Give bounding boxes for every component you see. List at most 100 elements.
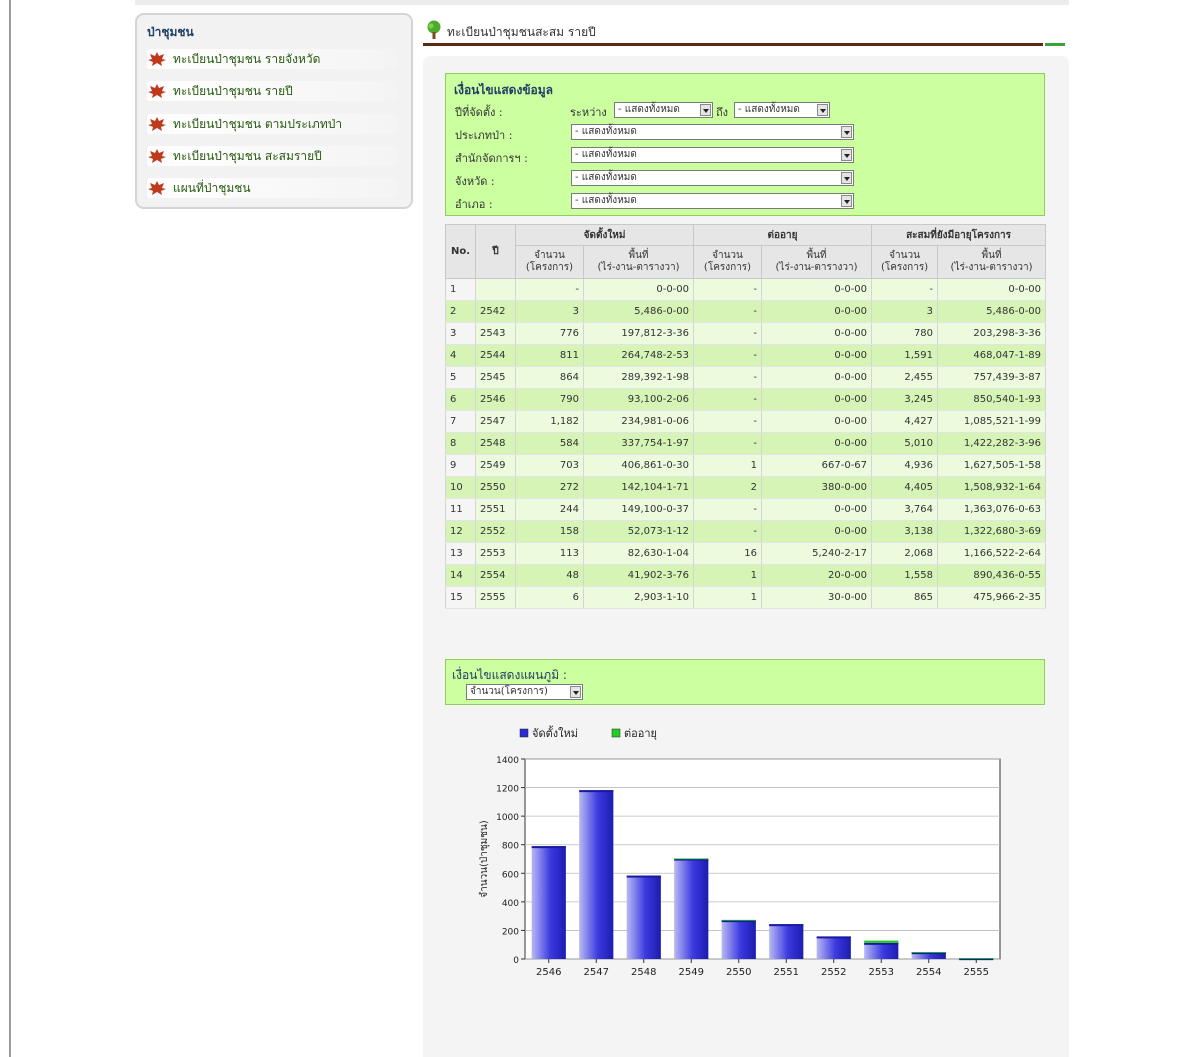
sidebar-item-label: ทะเบียนป่าชุมชน รายปี [173, 83, 293, 98]
cell-renew-count: 16 [693, 542, 763, 565]
chart-metric-select[interactable]: จำนวน(โครงการ) [466, 684, 583, 700]
cell-new-area: 93,100-2-06 [582, 388, 695, 411]
cell-year: 2551 [475, 498, 516, 521]
cell-new-area: 142,104-1-71 [582, 476, 695, 499]
cell-no: 7 [445, 410, 476, 433]
cell-year: 2545 [475, 366, 516, 389]
legend-label: ต่ออายุ [624, 727, 657, 740]
forest-type-select[interactable]: - แสดงทั้งหมด [571, 124, 854, 140]
maple-leaf-icon [148, 52, 166, 66]
bar-new [626, 875, 661, 959]
cell-cum-area: 5,486-0-00 [937, 300, 1047, 323]
cell-no: 5 [445, 366, 476, 389]
cell-cum-area: 1,508,932-1-64 [937, 476, 1047, 499]
tree-icon [427, 20, 441, 39]
forest-type-value: - แสดงทั้งหมด [575, 126, 637, 137]
bar-renew [911, 952, 946, 953]
cell-renew-count: - [693, 520, 763, 543]
cell-new-count: 158 [515, 520, 584, 543]
bar-new [721, 920, 756, 959]
cell-renew-area: 0-0-00 [761, 388, 873, 411]
cell-renew-area: 30-0-00 [761, 586, 873, 609]
renew-area-header: พื้นที่ (ไร่-งาน-ตารางวา) [761, 245, 873, 279]
area-label: พื้นที่ [806, 250, 827, 261]
cell-new-count: 811 [515, 344, 584, 367]
sidebar-item-by-forest-type[interactable]: ทะเบียนป่าชุมชน ตามประเภทป่า [147, 114, 397, 134]
chevron-down-icon [817, 104, 828, 116]
chevron-down-icon [841, 172, 852, 184]
cell-no: 10 [445, 476, 476, 499]
table-row: 3 2543 776 197,812-3-36-0-0-00 780 203,298-3-… [445, 322, 1047, 345]
cell-new-count: 790 [515, 388, 584, 411]
cell-year [475, 278, 516, 301]
chart-filter-heading: เงื่อนไขแสดงแผนภูมิ : [452, 668, 567, 682]
table-row: 6 2546 790 93,100-2-06-0-0-00 3,245 850,540-1… [445, 388, 1047, 411]
bar-renew [674, 858, 709, 860]
sidebar-item-by-province[interactable]: ทะเบียนป่าชุมชน รายจังหวัด [147, 49, 397, 69]
district-select[interactable]: - แสดงทั้งหมด [571, 193, 854, 209]
maple-leaf-icon [148, 117, 166, 131]
sidebar-item-map[interactable]: แผนที่ป่าชุมชน [147, 178, 397, 198]
sidebar-item-label: ทะเบียนป่าชุมชน รายจังหวัด [173, 51, 321, 66]
cell-cum-area: 0-0-00 [937, 278, 1047, 301]
cell-new-area: 264,748-2-53 [582, 344, 695, 367]
to-label: ถึง [716, 106, 729, 119]
cell-year: 2554 [475, 564, 516, 587]
chevron-down-icon [841, 149, 852, 161]
x-tick-label: 2554 [916, 967, 941, 978]
count-label: จำนวน [712, 250, 743, 261]
legend-label: จัดตั้งใหม่ [532, 725, 578, 740]
cell-no: 2 [445, 300, 476, 323]
x-tick-label: 2551 [774, 967, 799, 978]
page-header: ทะเบียนป่าชุมชนสะสม รายปี [423, 18, 1065, 46]
cell-cum-count: 3 [871, 300, 939, 323]
bar-renew [959, 958, 994, 959]
cell-cum-count: 5,010 [871, 432, 939, 455]
bar-renew [864, 940, 899, 943]
y-tick-label: 600 [502, 870, 519, 880]
cell-cum-area: 1,085,521-1-99 [937, 410, 1047, 433]
count-unit: (โครงการ) [703, 262, 752, 273]
forest-type-label: ประเภทป่า : [455, 129, 513, 142]
cell-new-count: 244 [515, 498, 584, 521]
sidebar: ป่าชุมชน ทะเบียนป่าชุมชน รายจังหวัด ทะเบ… [135, 13, 413, 209]
bar-top-edge [816, 936, 851, 939]
cell-renew-count: - [693, 498, 763, 521]
cell-no: 1 [445, 278, 476, 301]
sidebar-item-by-year[interactable]: ทะเบียนป่าชุมชน รายปี [147, 81, 397, 101]
district-label: อำเภอ : [455, 198, 493, 211]
year-label: ปีที่จัดตั้ง : [455, 106, 503, 119]
x-tick-label: 2547 [584, 967, 609, 978]
maple-leaf-icon [148, 149, 166, 163]
cell-cum-area: 850,540-1-93 [937, 388, 1047, 411]
bar-top-edge [531, 846, 566, 849]
bar-new [531, 846, 566, 959]
new-area-header: พื้นที่ (ไร่-งาน-ตารางวา) [582, 245, 695, 279]
office-select[interactable]: - แสดงทั้งหมด [571, 147, 854, 163]
year-from-select[interactable]: - แสดงทั้งหมด [614, 102, 713, 118]
cell-new-count: 864 [515, 366, 584, 389]
bar-new [674, 858, 709, 959]
table-row: 14 2554 48 41,902-3-76 1 20-0-00 1,558 890,436-… [445, 564, 1047, 587]
cell-year: 2548 [475, 432, 516, 455]
province-select[interactable]: - แสดงทั้งหมด [571, 170, 854, 186]
area-label: พื้นที่ [628, 250, 649, 261]
cell-cum-count: 4,427 [871, 410, 939, 433]
table-row: 13 2553 113 82,630-1-04 16 5,240-2-17 2,068 1,1… [445, 542, 1047, 565]
cell-renew-count: - [693, 366, 763, 389]
filter-heading: เงื่อนไขแสดงข้อมูล [454, 83, 553, 97]
y-axis-label: จำนวน(ป่าชุมชน) [479, 820, 490, 898]
legend-swatch [519, 728, 529, 738]
page-left-border [9, 0, 11, 1057]
cell-renew-area: 0-0-00 [761, 410, 873, 433]
cell-renew-count: 1 [693, 454, 763, 477]
cell-new-area: 234,981-0-06 [582, 410, 695, 433]
renew-count-header: จำนวน (โครงการ) [693, 245, 763, 279]
cell-new-area: 289,392-1-98 [582, 366, 695, 389]
year-to-select[interactable]: - แสดงทั้งหมด [734, 102, 830, 118]
cell-no: 4 [445, 344, 476, 367]
cell-cum-area: 1,363,076-0-63 [937, 498, 1047, 521]
sidebar-item-cumulative[interactable]: ทะเบียนป่าชุมชน สะสมรายปี [147, 146, 397, 166]
y-tick-label: 400 [502, 899, 519, 909]
cell-renew-count: - [693, 432, 763, 455]
